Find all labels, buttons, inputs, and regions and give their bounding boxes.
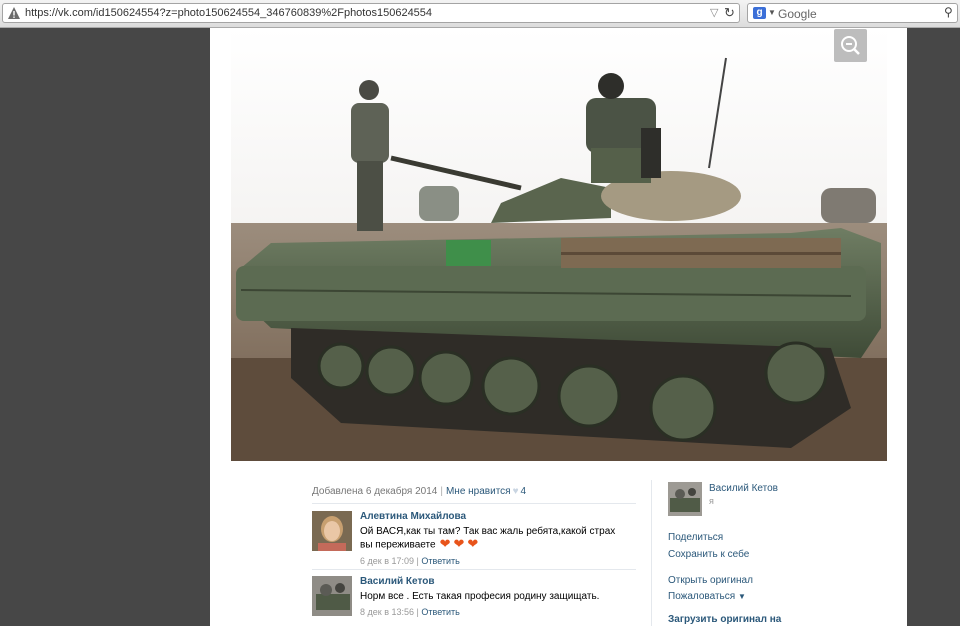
heart-icon[interactable]: ♥	[513, 486, 519, 497]
search-icon[interactable]: ⚲	[944, 5, 953, 19]
comment-author[interactable]: Алевтина Михайлова	[360, 511, 630, 523]
owner-avatar[interactable]	[668, 482, 702, 516]
address-bar[interactable]: https://vk.com/id150624554?z=photo150624…	[2, 3, 740, 23]
url-text[interactable]: https://vk.com/id150624554?z=photo150624…	[25, 7, 432, 19]
reload-icon[interactable]: ↻	[724, 5, 735, 21]
search-input[interactable]: Google	[778, 7, 817, 21]
share-link[interactable]: Поделиться	[668, 532, 723, 543]
report-link[interactable]: Пожаловаться ▼	[668, 591, 746, 602]
zoom-button[interactable]	[834, 29, 867, 62]
owner-name[interactable]: Василий Кетов	[709, 483, 778, 494]
photo[interactable]	[231, 28, 887, 461]
chevron-down-icon[interactable]: ▼	[738, 592, 746, 601]
like-count[interactable]: 4	[521, 486, 527, 497]
reply-link[interactable]: Ответить	[421, 556, 459, 566]
reply-link[interactable]: Ответить	[421, 607, 459, 617]
added-date: Добавлена 6 декабря 2014	[312, 486, 438, 497]
chevron-down-icon[interactable]: ▼	[768, 8, 776, 17]
upload-original-link[interactable]: Загрузить оригинал на	[668, 614, 781, 625]
zoom-icon	[841, 36, 860, 55]
separator: |	[416, 556, 419, 566]
browser-toolbar: https://vk.com/id150624554?z=photo150624…	[0, 0, 960, 28]
comment-date[interactable]: 8 дек в 13:56	[360, 607, 414, 617]
comment-text: Ой ВАСЯ,как ты там? Так вас жаль ребята,…	[360, 526, 630, 552]
search-bar[interactable]: g ▼ Google ⚲	[747, 3, 958, 23]
comment-text-content: Ой ВАСЯ,как ты там? Так вас жаль ребята,…	[360, 526, 616, 551]
divider	[312, 503, 636, 504]
comment-item: Василий Кетов Норм все . Есть такая проф…	[312, 576, 642, 626]
avatar[interactable]	[312, 511, 352, 551]
dropdown-arrow-icon[interactable]: ▽	[710, 6, 718, 19]
emoji-hearts: ❤ ❤ ❤	[439, 536, 482, 552]
google-logo-icon[interactable]: g	[753, 7, 766, 19]
avatar[interactable]	[312, 576, 352, 616]
separator: |	[416, 607, 419, 617]
heart-icon: ❤	[439, 536, 451, 551]
report-label[interactable]: Пожаловаться	[668, 591, 735, 602]
photo-image	[231, 28, 887, 461]
comment-author[interactable]: Василий Кетов	[360, 576, 630, 588]
comment-item: Алевтина Михайлова Ой ВАСЯ,как ты там? Т…	[312, 511, 642, 566]
photo-meta: Добавлена 6 декабря 2014 | Мне нравится ♥ 4	[312, 486, 527, 497]
comment-text: Норм все . Есть такая професия родину за…	[360, 591, 600, 602]
comment-meta: 6 дек в 17:09 | Ответить	[360, 556, 630, 566]
heart-icon: ❤	[453, 536, 465, 551]
comment-meta: 8 дек в 13:56 | Ответить	[360, 607, 630, 617]
open-original-link[interactable]: Открыть оригинал	[668, 575, 753, 586]
like-button[interactable]: Мне нравится	[446, 486, 511, 497]
sidebar-divider	[651, 480, 652, 626]
warning-icon	[8, 7, 20, 19]
heart-icon: ❤	[467, 536, 479, 551]
owner-sub: я	[709, 496, 714, 506]
divider	[312, 569, 636, 570]
photo-viewer: Добавлена 6 декабря 2014 | Мне нравится ♥ 4 …	[210, 28, 907, 626]
save-link[interactable]: Сохранить к себе	[668, 549, 749, 560]
comment-date[interactable]: 6 дек в 17:09	[360, 556, 414, 566]
